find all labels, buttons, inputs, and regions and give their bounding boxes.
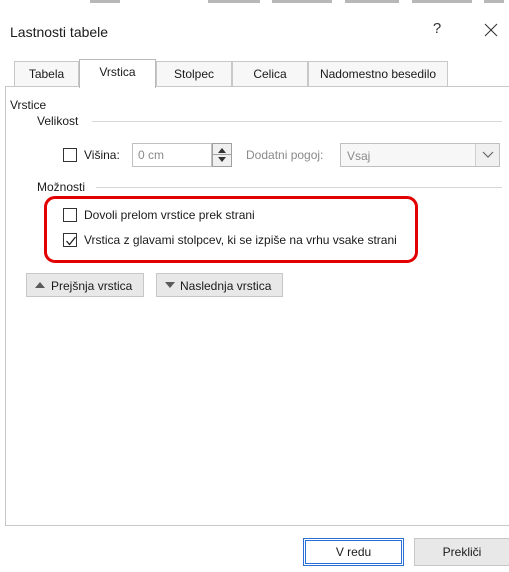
height-input[interactable]: 0 cm <box>132 143 212 167</box>
options-group-separator <box>96 187 502 188</box>
tab-stolpec[interactable]: Stolpec <box>156 61 232 87</box>
size-group-separator <box>92 121 502 122</box>
previous-row-button[interactable]: Prejšnja vrstica <box>26 273 144 297</box>
dialog-titlebar: Lastnosti tabele ? <box>0 6 509 52</box>
extra-condition-select[interactable]: Vsaj <box>340 143 500 167</box>
options-group-label: Možnosti <box>37 180 86 194</box>
tab-tabela[interactable]: Tabela <box>14 61 79 87</box>
dialog-title: Lastnosti tabele <box>10 24 109 40</box>
annotation-highlight-box <box>44 196 418 263</box>
rows-section-title: Vrstice <box>10 98 47 112</box>
extra-condition-label: Dodatni pogoj: <box>246 148 324 162</box>
height-spinner[interactable] <box>212 143 232 167</box>
tab-label: Tabela <box>28 67 65 81</box>
tab-strip: Tabela Vrstica Stolpec Celica Nadomestno… <box>14 59 454 88</box>
size-group-label: Velikost <box>37 114 79 128</box>
chevron-down-icon <box>482 151 494 158</box>
next-row-label: Naslednja vrstica <box>180 279 272 293</box>
close-icon <box>484 23 498 37</box>
spinner-divider <box>213 154 231 155</box>
tab-label: Vrstica <box>99 65 136 79</box>
tab-label: Celica <box>253 67 287 81</box>
help-button[interactable]: ? <box>428 20 446 42</box>
tab-label: Nadomestno besedilo <box>319 67 437 81</box>
spinner-down-icon <box>218 157 226 162</box>
previous-row-label: Prejšnja vrstica <box>51 279 133 293</box>
triangle-up-icon <box>35 282 45 288</box>
dropdown-button <box>475 144 499 166</box>
height-label: Višina: <box>84 148 120 162</box>
next-row-button[interactable]: Naslednja vrstica <box>156 273 283 297</box>
height-checkbox[interactable] <box>63 148 77 162</box>
triangle-down-icon <box>165 282 175 288</box>
ok-button[interactable]: V redu <box>303 538 404 566</box>
extra-condition-value: Vsaj <box>347 149 371 163</box>
tab-nadomestno-besedilo[interactable]: Nadomestno besedilo <box>308 61 448 87</box>
close-button[interactable] <box>480 18 502 42</box>
spinner-up-icon <box>218 148 226 153</box>
tab-vrstica[interactable]: Vrstica <box>79 59 156 88</box>
tab-label: Stolpec <box>173 67 215 81</box>
cancel-button[interactable]: Prekliči <box>414 538 509 566</box>
tab-celica[interactable]: Celica <box>232 61 308 87</box>
